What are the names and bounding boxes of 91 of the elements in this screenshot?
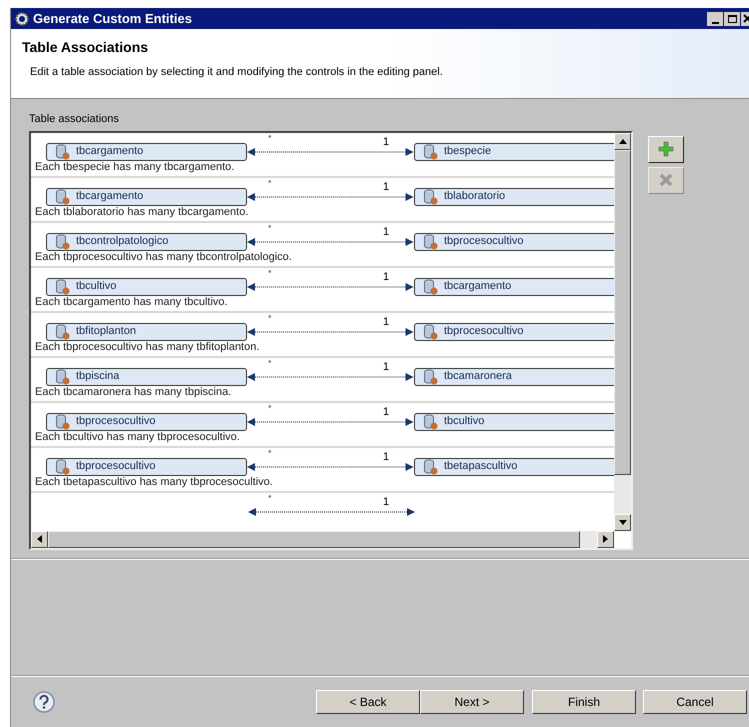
one-label: 1 [383,182,390,192]
database-icon [55,414,71,430]
association-description: Each tblaboratorio has many tbcargamento. [35,206,250,218]
database-icon [423,414,439,430]
database-icon [55,458,71,474]
table-name: tbprocesocultivo [444,234,524,250]
table-name: tbcargamento [76,189,144,204]
scroll-left-button[interactable] [31,530,48,548]
page-description: Edit a table association by selecting it and modifying the controls in the editing panel. [29,65,444,80]
scroll-thumb[interactable] [614,150,631,474]
association-row[interactable]: tbcargamento tblaboratorio * 1 Each tblaboratorio has many tbcargamento. [31,178,614,222]
database-icon [55,234,71,250]
association-row[interactable]: tbcultivo tbcargamento * 1 Each tbcargamento has many tbcultivo. [31,268,614,312]
gear-icon [14,10,30,26]
database-icon [423,278,439,294]
table-name: tblaboratorio [444,189,506,204]
database-icon [423,324,439,340]
one-label: 1 [383,272,390,282]
down-arrow-icon [618,520,626,524]
database-icon [423,144,439,160]
table-name: tbcargamento [444,279,512,294]
database-icon [423,188,439,204]
many-label: * [268,314,272,322]
many-label: * [268,404,272,412]
table-name: tbcamaronera [444,369,512,384]
association-row[interactable]: tbcargamento tbespecie * 1 Each tbespecie has many tbcargamento. [31,132,614,178]
database-icon [423,368,439,384]
database-icon [55,144,71,160]
database-icon [55,278,71,294]
association-description: Each tbprocesocultivo has many tbfitoplanton. [35,340,260,354]
table-name: tbprocesocultivo [444,324,524,340]
association-description: Each tbespecie has many tbcargamento. [35,160,236,174]
database-icon [55,188,71,204]
many-label: * [268,494,272,502]
database-icon [55,368,71,384]
table-name: tbfitoplanton [76,324,136,340]
help-icon[interactable] [33,691,55,713]
one-label: 1 [383,316,390,328]
right-arrow-icon [603,535,608,543]
dialog-button[interactable]: Next > [420,690,524,714]
association-description: Each tbetapascultivo has many tbprocesocultivo. [35,476,274,488]
maximize-button[interactable] [724,12,740,26]
database-icon [423,234,439,250]
database-icon [55,324,71,340]
table-name: tbcultivo [444,414,484,430]
window-title: Generate Custom Entities [33,10,192,28]
plus-icon [658,141,674,157]
association-description: Each tbcargamento has many tbcultivo. [35,296,229,308]
dialog-button[interactable]: Cancel [643,690,747,714]
many-label: * [268,358,272,368]
scroll-up-button[interactable] [614,132,631,150]
x-icon [658,172,674,188]
vertical-scrollbar[interactable] [614,132,631,530]
many-label: * [268,268,272,278]
scroll-down-button[interactable] [614,514,631,530]
many-label: * [268,448,272,458]
many-label: * [268,134,272,142]
association-row[interactable]: tbprocesocultivo tbetapascultivo * 1 Each tbetapascultivo has many tbprocesocultivo. [31,448,614,492]
association-description: Each tbcultivo has many tbprocesocultivo. [35,430,241,444]
up-arrow-icon [618,138,626,144]
table-name: tbpiscina [76,369,120,384]
scroll-right-button[interactable] [597,530,614,548]
table-name: tbprocesocultivo [76,414,156,430]
table-name: tbprocesocultivo [76,459,156,474]
many-label: * [268,178,272,188]
association-row[interactable]: tbpiscina tbcamaronera * 1 Each tbcamaronera has many tbpiscina. [31,358,614,402]
dialog-button[interactable]: < Back [316,690,420,714]
table-name: tbetapascultivo [444,459,518,474]
association-description: Each tbcamaronera has many tbpiscina. [35,386,232,398]
one-label: 1 [383,226,390,238]
one-label: 1 [383,406,390,418]
add-button[interactable] [648,136,684,162]
left-arrow-icon [37,535,42,543]
one-label: 1 [383,362,390,372]
page-title: Table Associations [22,38,150,57]
database-icon [423,458,439,474]
association-description: Each tbprocesocultivo has many tbcontrolpatologico. [35,250,293,264]
table-name: tbcargamento [76,144,144,160]
table-name: tbespecie [444,144,492,160]
association-row[interactable]: tbcontrolpatologico tbprocesocultivo * 1 Each tbprocesocultivo has many tbcontrolpatologico. [31,222,614,268]
one-label: 1 [383,452,390,462]
association-row[interactable]: tbprocesocultivo tbcultivo * 1 Each tbcultivo has many tbprocesocultivo. [31,402,614,448]
many-label: * [268,224,272,232]
one-label: 1 [383,136,390,148]
minimize-button[interactable] [707,12,723,26]
one-label: 1 [383,496,390,508]
dialog-button[interactable]: Finish [532,690,636,714]
list-label: Table associations [29,112,120,127]
table-name: tbcultivo [76,279,116,294]
association-row[interactable]: tbfitoplanton tbprocesocultivo * 1 Each tbprocesocultivo has many tbfitoplanton. [31,312,614,358]
table-name: tbcontrolpatologico [76,234,168,250]
